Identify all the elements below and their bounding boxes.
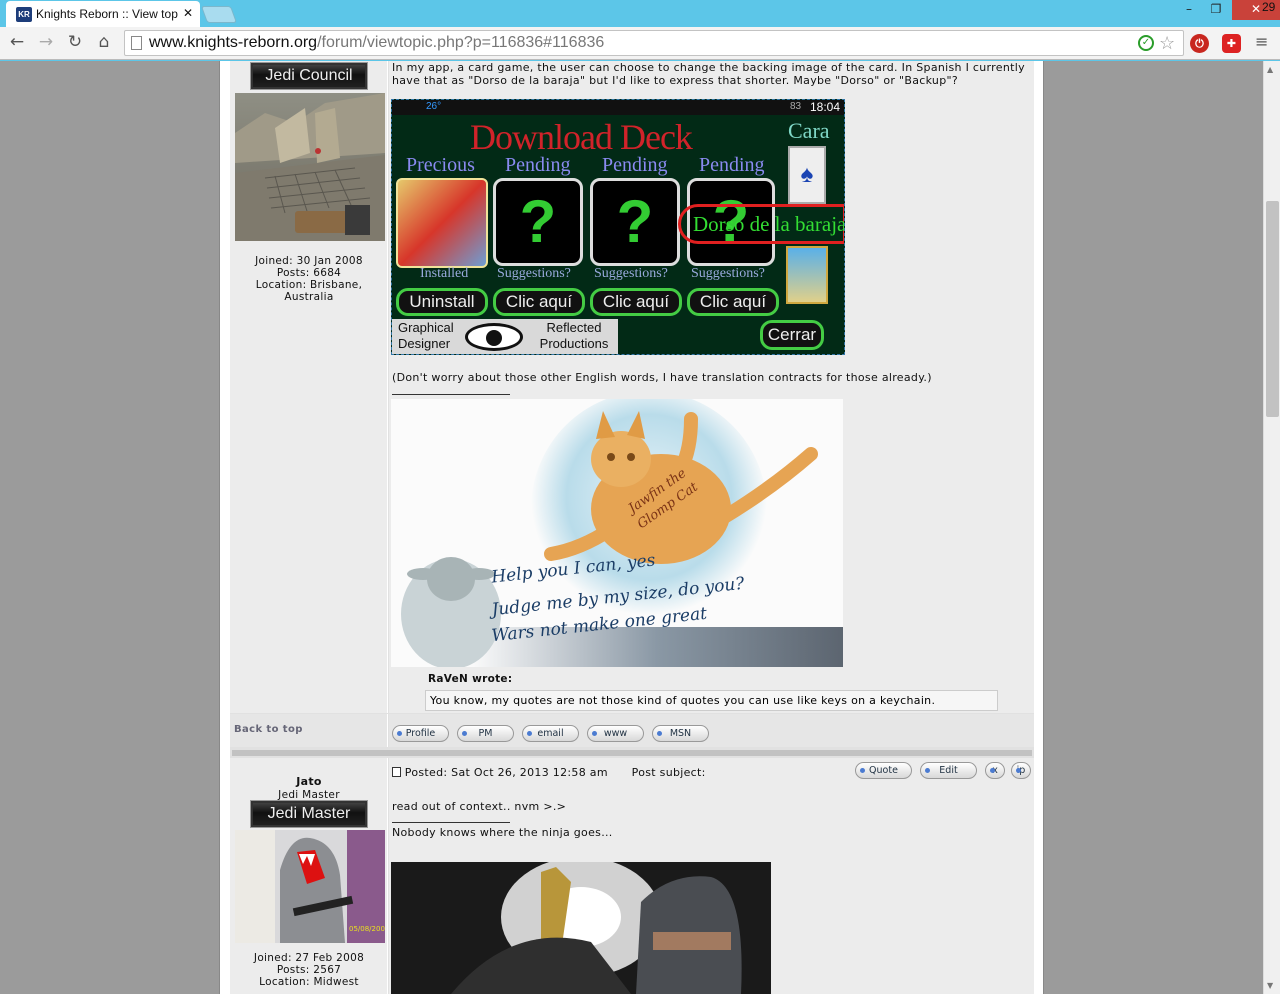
quote-author: RaVeN wrote: [428,673,513,685]
extension-puzzle-icon[interactable]: ✚ [1222,34,1241,53]
post-icon [392,767,401,777]
post-note: (Don't worry about those other English w… [392,371,932,384]
window-minimize-button[interactable]: – [1178,0,1200,20]
menu-icon[interactable]: ≡ [1255,32,1268,51]
tab-title: Knights Reborn :: View top [36,7,178,21]
signature-divider [392,394,510,395]
post-text: read out of context.. nvm >.> [392,800,567,813]
signature-text: Nobody knows where the ninja goes... [392,826,613,839]
question-mark-icon: ? [590,178,680,266]
user-joined: Joined: 30 Jan 2008 [255,255,363,267]
clic-aqui-button[interactable]: Clic aquí [590,288,682,316]
clic-aqui-button[interactable]: Clic aquí [687,288,779,316]
dorso-overlay-text: Dorso de la baraja [678,204,844,244]
clock-text: 29 [1262,0,1276,14]
post-separator [232,750,1032,756]
uninstall-button[interactable]: Uninstall [396,288,488,316]
post-author-panel: Jato Jedi Master Jedi Master 05/08/2005 … [230,758,388,994]
post-author-panel: Jedi Council Joined: 30 Jan 2008 Posts: … [230,61,388,713]
ip-button[interactable]: ip [1011,762,1031,779]
msn-button[interactable]: MSN [652,725,709,742]
post-date: Posted: Sat Oct 26, 2013 12:58 am [404,766,608,779]
rank-badge: Jedi Council [250,62,368,90]
clic-aqui-button[interactable]: Clic aquí [493,288,585,316]
username[interactable]: Jato [230,776,388,788]
question-mark-icon: ? [493,178,583,266]
pm-button[interactable]: PM [457,725,514,742]
signature-image [391,862,771,994]
tab-close-icon[interactable]: ✕ [183,6,193,20]
topic-content: Jedi Council Joined: 30 Jan 2008 Posts: … [230,61,1034,994]
new-tab-button[interactable] [200,6,238,23]
status-temperature: 26° [426,101,442,112]
browser-tab[interactable]: KR Knights Reborn :: View top ✕ [6,1,200,27]
profile-button[interactable]: Profile [392,725,449,742]
game-title: Download Deck [470,117,693,157]
designer-logo: Graphical Designer Reflected Productions [392,319,618,354]
bookmark-star-icon[interactable]: ☆ [1159,31,1175,55]
scrollbar-thumb[interactable] [1266,201,1279,417]
email-button[interactable]: email [522,725,579,742]
forward-arrow-icon[interactable]: → [35,31,57,53]
address-bar[interactable]: www.knights-reborn.org/forum/viewtopic.p… [124,30,1184,56]
signature-image: Jawfin the Glomp Cat Help you I can, yes… [391,399,843,667]
user-location: Location: Brisbane, Australia [255,279,363,303]
post-footer-buttons: Profile PM email www MSN [389,714,1034,747]
window-maximize-button[interactable]: ❐ [1205,0,1227,20]
post-body: Posted: Sat Oct 26, 2013 12:58 am Post s… [389,758,1034,994]
address-url[interactable]: www.knights-reborn.org/forum/viewtopic.p… [149,31,604,55]
page-scrollbar[interactable]: ▲ ▼ [1263,61,1280,994]
game-screenshot: 26° 83 18:04 Download Deck Cara ♠ Precio… [391,99,845,355]
page-icon [131,36,142,50]
verified-check-icon[interactable]: ✓ [1138,35,1154,51]
extension-stop-icon[interactable]: ⏻ [1190,34,1209,53]
post-header: Posted: Sat Oct 26, 2013 12:58 am Post s… [392,766,706,779]
post-text-line: In my app, a card game, the user can cho… [392,61,1025,74]
quote-button[interactable]: Quote [855,762,912,779]
user-post-count: Posts: 2567 [276,964,342,976]
status-battery: 83 [790,101,802,112]
post-body: In my app, a card game, the user can cho… [389,61,1034,713]
forum-page: Jedi Council Joined: 30 Jan 2008 Posts: … [219,61,1044,994]
home-icon[interactable]: ⌂ [93,31,115,53]
browser-toolbar: ← → ↻ ⌂ www.knights-reborn.org/forum/vie… [0,27,1280,60]
post-text-line: have that as "Dorso de la baraja" but I'… [392,74,958,87]
reload-icon[interactable]: ↻ [64,31,86,53]
cara-card-icon: ♠ [788,146,826,204]
rank-badge: Jedi Master [250,800,368,828]
cerrar-button[interactable]: Cerrar [760,320,824,350]
installed-card-icon [396,178,488,268]
back-to-top-link[interactable]: Back to top [234,724,303,735]
back-card-icon [786,246,828,304]
user-post-count: Posts: 6684 [276,267,342,279]
post-subject-label: Post subject: [631,766,706,779]
www-button[interactable]: www [587,725,644,742]
cara-label: Cara [788,118,830,143]
eye-icon [465,323,523,351]
site-favicon-icon: KR [16,7,32,22]
avatar [235,93,385,241]
back-arrow-icon[interactable]: ← [6,31,28,53]
scroll-up-icon[interactable]: ▲ [1267,65,1273,74]
scroll-down-icon[interactable]: ▼ [1267,981,1273,990]
user-location: Location: Midwest [259,976,359,988]
delete-button[interactable]: x [985,762,1005,779]
avatar-date-stamp: 05/08/2005 [349,925,385,933]
quote-text: You know, my quotes are not those kind o… [425,690,998,711]
status-time: 18:04 [810,100,841,114]
edit-button[interactable]: Edit [920,762,977,779]
signature-divider [392,822,510,823]
user-joined: Joined: 27 Feb 2008 [253,952,365,964]
